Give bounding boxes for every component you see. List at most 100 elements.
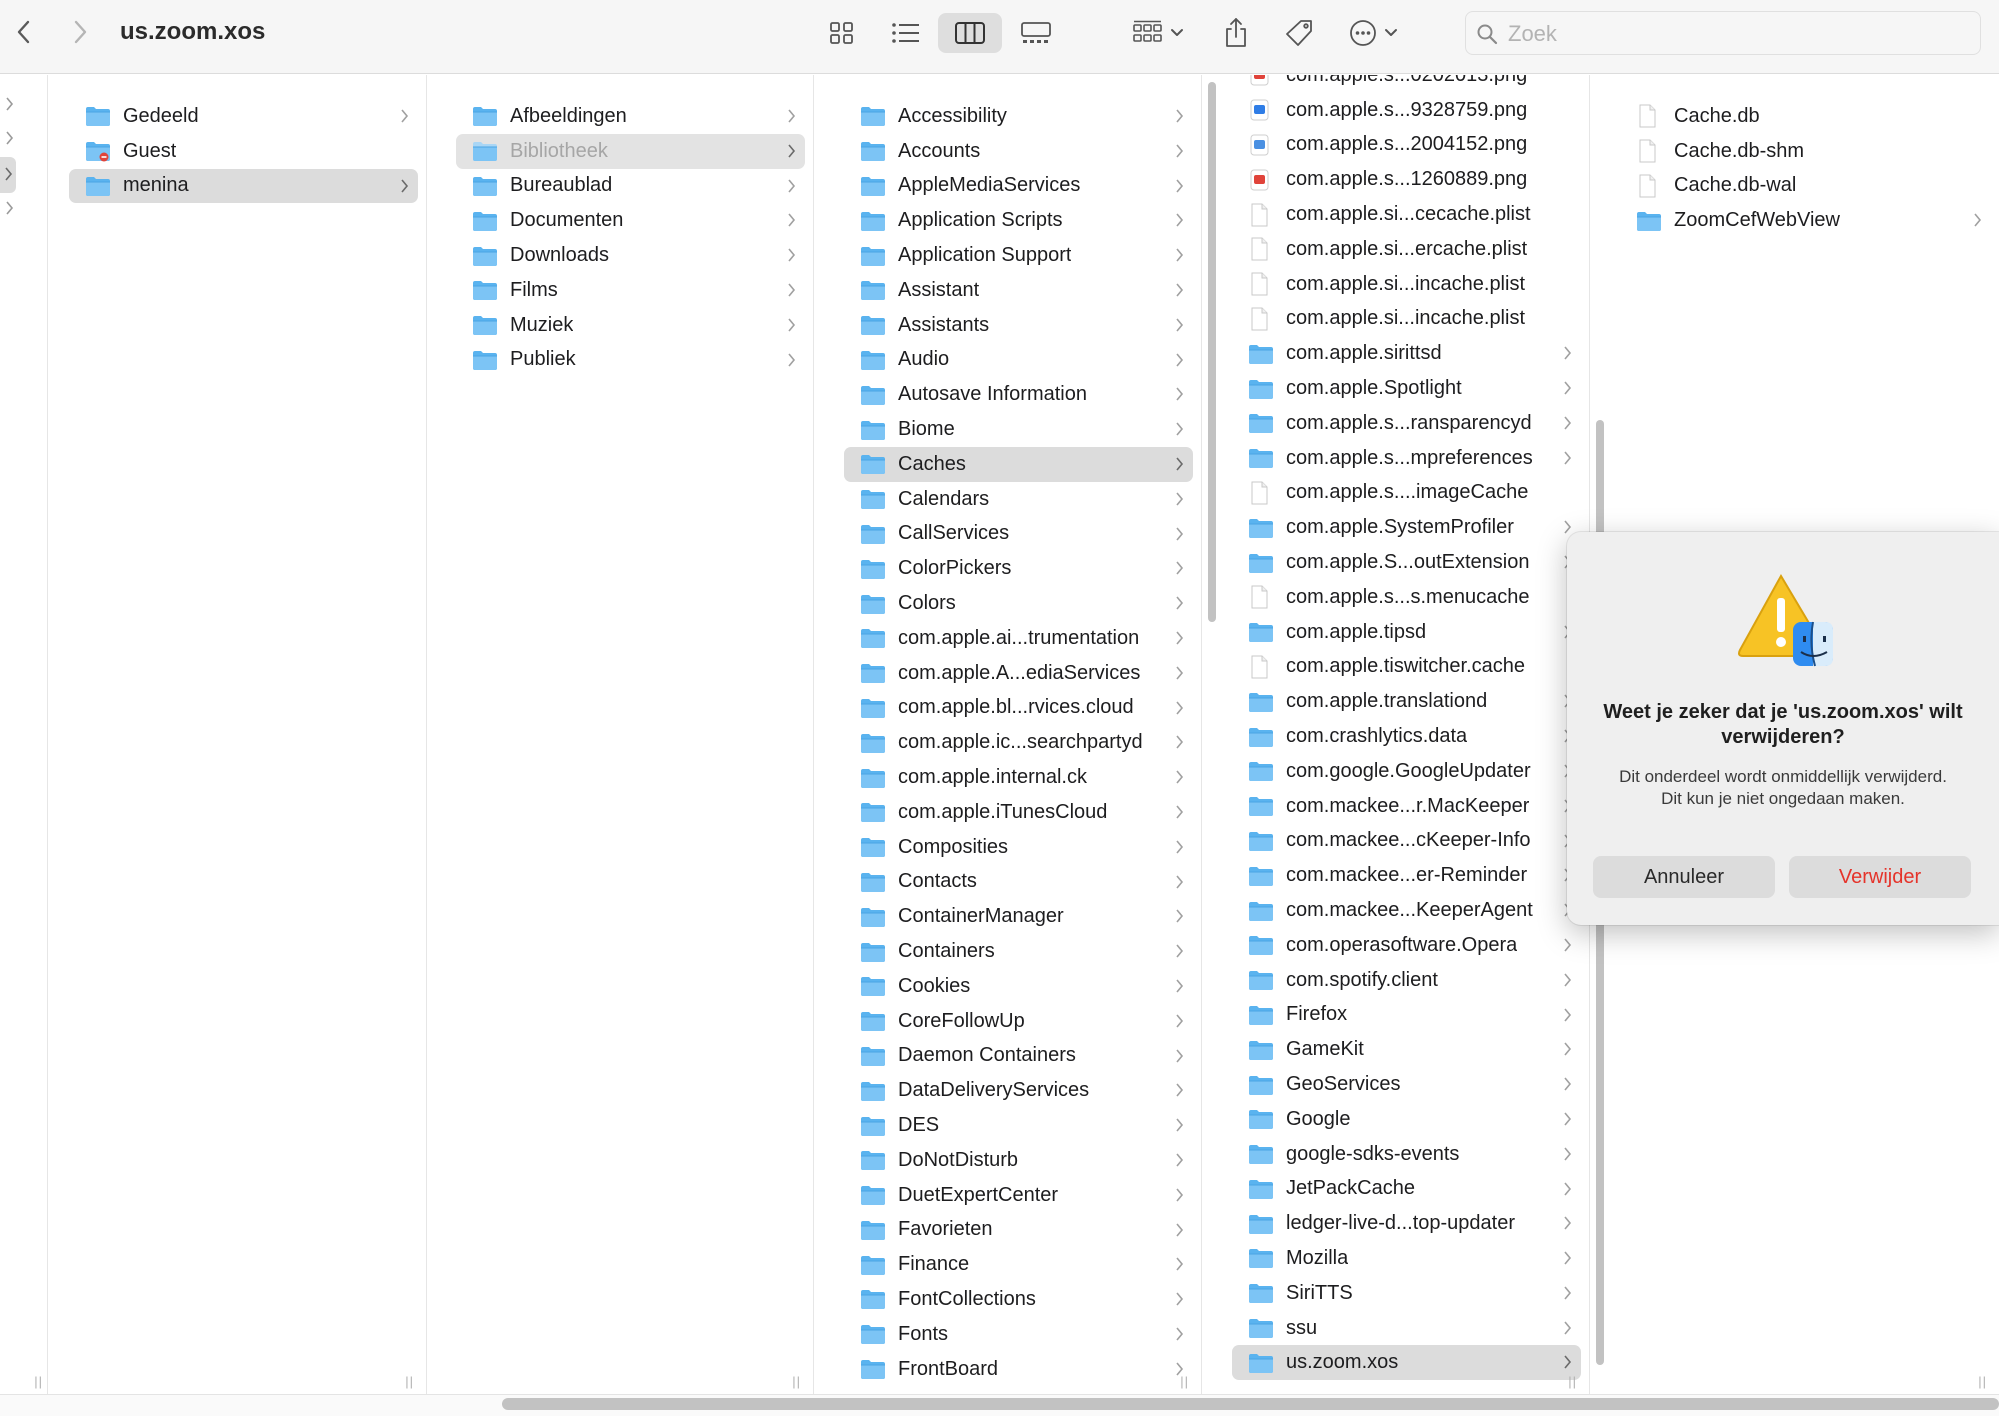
list-item[interactable]: com.spotify.client [1224,963,1589,998]
list-item[interactable]: com.google.GoogleUpdater [1224,754,1589,789]
column-view-button[interactable] [938,13,1002,53]
list-item[interactable]: com.apple.Spotlight [1224,371,1589,406]
list-item[interactable]: DoNotDisturb [836,1143,1201,1178]
column-resize-handle[interactable]: || [1568,1374,1577,1389]
list-item[interactable]: Colors [836,586,1201,621]
list-item[interactable]: com.mackee...KeeperAgent [1224,893,1589,928]
list-item[interactable]: CallServices [836,517,1201,552]
list-item[interactable]: com.apple.bl...rvices.cloud [836,691,1201,726]
list-item[interactable]: Daemon Containers [836,1039,1201,1074]
column-resize-handle[interactable]: || [405,1374,414,1389]
list-item[interactable]: com.apple.ai...trumentation [836,621,1201,656]
group-button[interactable] [1130,13,1192,53]
list-item[interactable]: Assistants [836,308,1201,343]
more-actions-button[interactable] [1346,13,1406,53]
list-item[interactable]: Documenten [448,203,813,238]
list-item[interactable]: DES [836,1108,1201,1143]
list-item[interactable]: Mozilla [1224,1241,1589,1276]
list-item[interactable]: Finance [836,1247,1201,1282]
list-item[interactable]: com.mackee...er-Reminder [1224,858,1589,893]
list-item[interactable]: com.apple.sirittsd [1224,336,1589,371]
list-item[interactable]: Films [448,273,813,308]
list-item[interactable]: FontCollections [836,1282,1201,1317]
list-item[interactable]: Cache.db-wal [1612,169,1999,204]
list-item[interactable]: com.mackee...r.MacKeeper [1224,789,1589,824]
list-item[interactable]: google-sdks-events [1224,1137,1589,1172]
list-item[interactable]: GeoServices [1224,1067,1589,1102]
list-item[interactable]: com.apple.si...ercache.plist [1224,232,1589,267]
list-item[interactable]: menina [69,168,418,204]
list-item[interactable]: Contacts [836,865,1201,900]
icon-view-button[interactable] [822,13,862,53]
search-input[interactable] [1508,20,1968,48]
list-item[interactable]: com.apple.internal.ck [836,760,1201,795]
list-item[interactable]: com.apple.si...incache.plist [1224,302,1589,337]
list-item[interactable]: Autosave Information [836,377,1201,412]
list-item[interactable]: com.apple.s...2004152.png [1224,128,1589,163]
list-item[interactable]: com.apple.s...9328759.png [1224,93,1589,128]
list-item[interactable]: Containers [836,934,1201,969]
list-item[interactable]: com.apple.si...incache.plist [1224,267,1589,302]
list-item[interactable]: Publiek [448,343,813,378]
list-item[interactable]: Accessibility [836,99,1201,134]
list-item[interactable]: Calendars [836,482,1201,517]
list-item[interactable]: AppleMediaServices [836,169,1201,204]
share-button[interactable] [1218,13,1254,53]
list-view-button[interactable] [886,13,926,53]
list-item[interactable]: us.zoom.xos [1232,1345,1581,1381]
search-field[interactable] [1465,11,1981,55]
list-item[interactable]: CoreFollowUp [836,1004,1201,1039]
list-item[interactable]: Application Support [836,238,1201,273]
list-item[interactable]: Bureaublad [448,169,813,204]
list-item[interactable]: ZoomCefWebView [1612,203,1999,238]
list-item[interactable]: com.apple.S...outExtension [1224,545,1589,580]
list-item[interactable]: com.apple.tiswitcher.cache [1224,650,1589,685]
list-item[interactable]: Cookies [836,969,1201,1004]
list-item[interactable]: com.apple.s...1260889.png [1224,162,1589,197]
list-item[interactable]: Downloads [448,238,813,273]
list-item[interactable]: com.apple.tipsd [1224,615,1589,650]
list-item[interactable]: com.operasoftware.Opera [1224,928,1589,963]
gallery-view-button[interactable] [1016,13,1056,53]
list-item[interactable]: Composities [836,830,1201,865]
list-item[interactable]: Bibliotheek [456,133,805,169]
cancel-button[interactable]: Annuleer [1593,856,1775,898]
list-item[interactable]: com.crashlytics.data [1224,719,1589,754]
list-item[interactable]: DuetExpertCenter [836,1178,1201,1213]
list-item[interactable]: Audio [836,343,1201,378]
list-item[interactable]: Guest [61,134,426,169]
list-item[interactable]: Caches [844,446,1193,482]
tag-button[interactable] [1280,13,1320,53]
column-resize-handle[interactable]: || [792,1374,801,1389]
forward-button[interactable] [64,14,96,50]
list-item[interactable]: com.apple.s....imageCache [1224,476,1589,511]
column-resize-handle[interactable]: || [1180,1374,1189,1389]
list-item[interactable]: GameKit [1224,1032,1589,1067]
list-item[interactable]: com.apple.s...mpreferences [1224,441,1589,476]
list-item[interactable]: Gedeeld [61,99,426,134]
list-item[interactable]: SiriTTS [1224,1276,1589,1311]
list-item[interactable]: Cache.db [1612,99,1999,134]
list-item[interactable]: com.mackee...cKeeper-Info [1224,824,1589,859]
list-item[interactable]: com.apple.s...s.menucache [1224,580,1589,615]
column-resize-handle[interactable]: || [34,1374,43,1389]
list-item[interactable]: Assistant [836,273,1201,308]
list-item[interactable]: Cache.db-shm [1612,134,1999,169]
list-item[interactable]: com.apple.translationd [1224,684,1589,719]
horizontal-scrollbar[interactable] [502,1398,1999,1410]
list-item[interactable]: Fonts [836,1317,1201,1352]
list-item[interactable]: ledger-live-d...top-updater [1224,1206,1589,1241]
list-item[interactable]: com.apple.A...ediaServices [836,656,1201,691]
list-item[interactable]: Application Scripts [836,203,1201,238]
list-item[interactable]: Google [1224,1102,1589,1137]
list-item[interactable]: ContainerManager [836,899,1201,934]
list-item[interactable]: Biome [836,412,1201,447]
list-item[interactable]: JetPackCache [1224,1172,1589,1207]
column-parent[interactable]: || [0,75,48,1395]
list-item[interactable]: Favorieten [836,1213,1201,1248]
back-button[interactable] [8,14,40,50]
list-item[interactable]: Afbeeldingen [448,99,813,134]
list-item[interactable]: com.apple.si...cecache.plist [1224,197,1589,232]
list-item[interactable]: DataDeliveryServices [836,1073,1201,1108]
list-item[interactable]: ssu [1224,1311,1589,1346]
